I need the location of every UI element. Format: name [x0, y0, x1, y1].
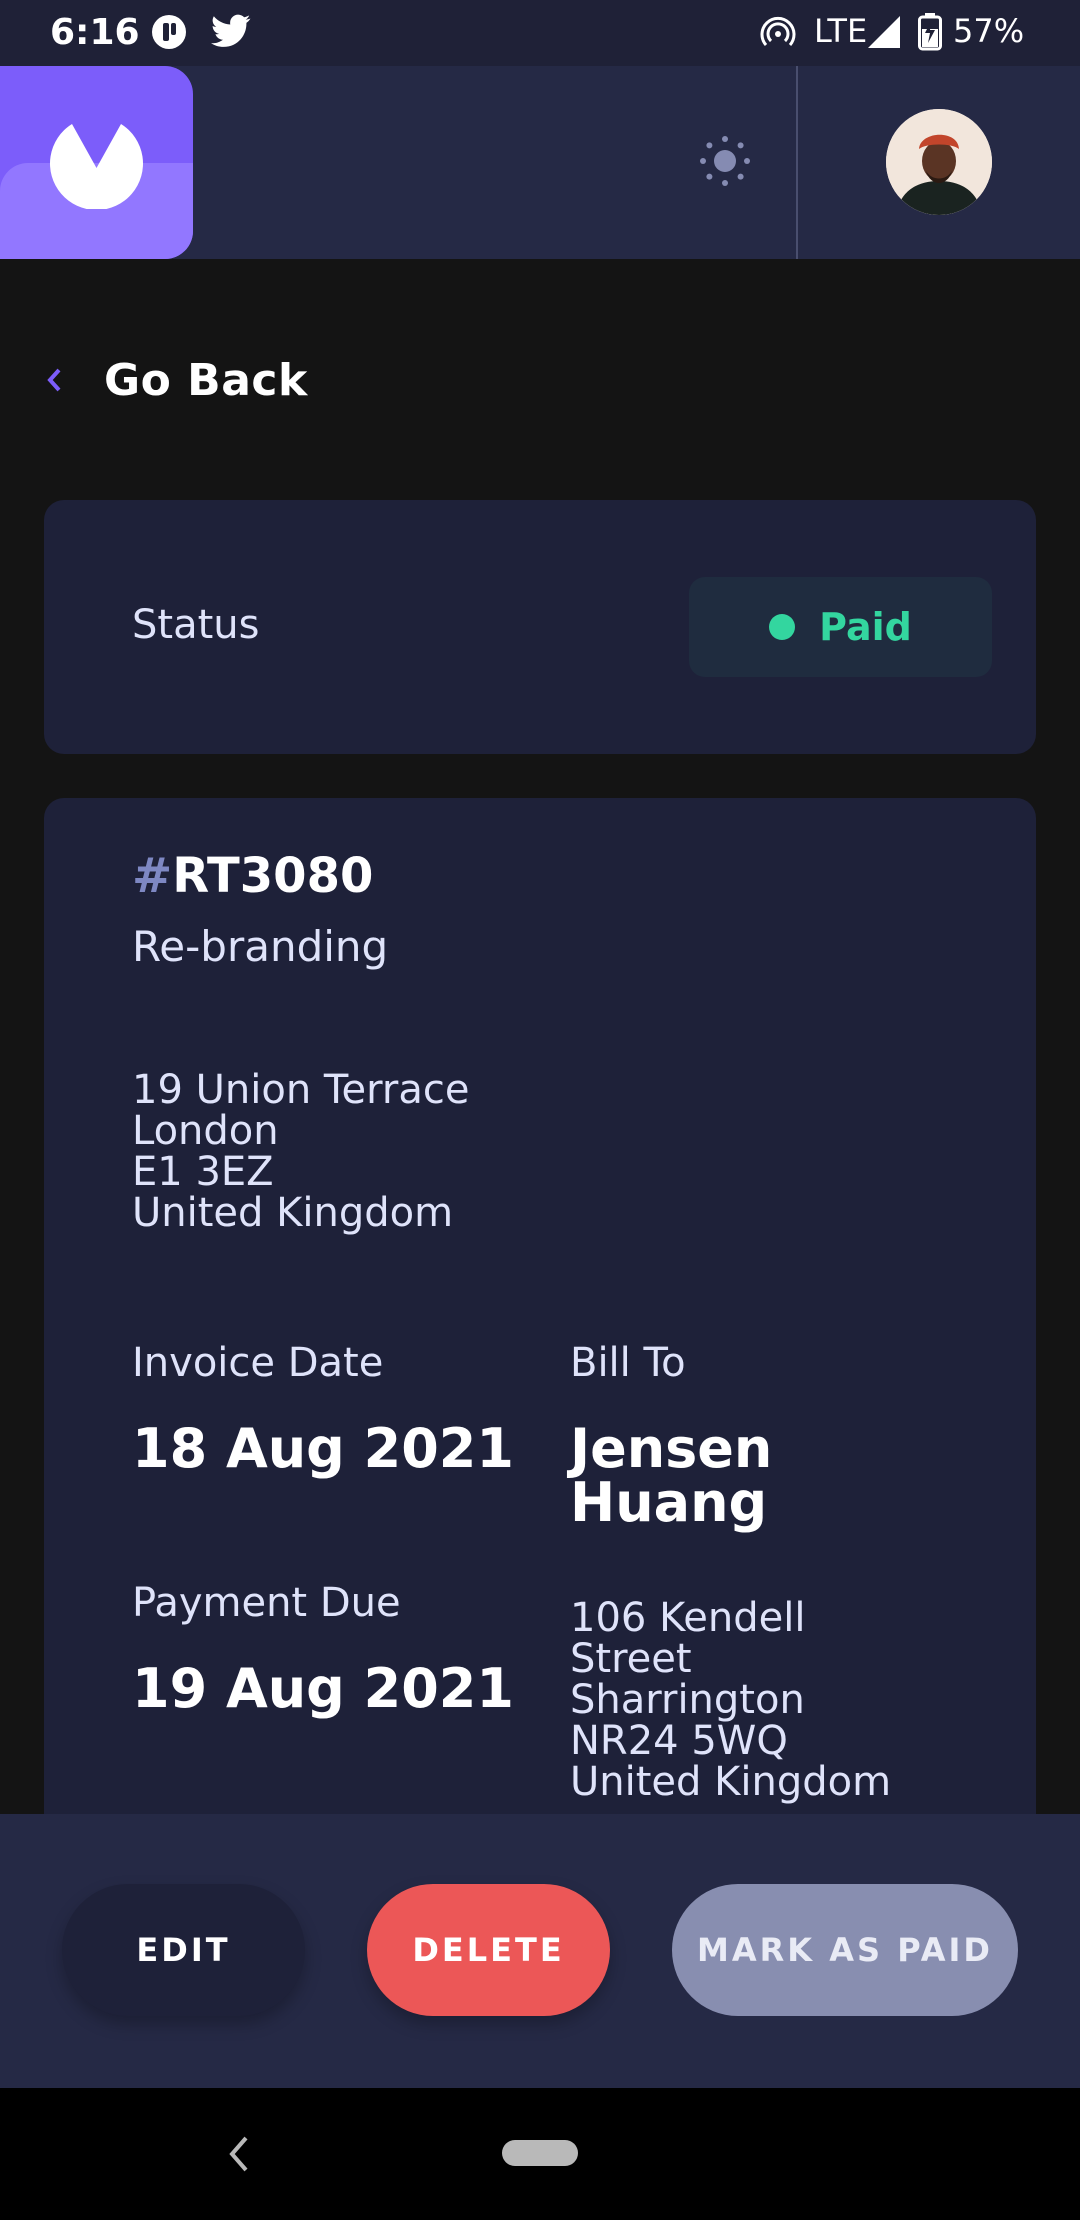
- client-name: Jensen Huang: [570, 1422, 772, 1530]
- invoice-action-bar: EDIT DELETE MARK AS PAID: [0, 1814, 1080, 2088]
- sender-street: 19 Union Terrace: [132, 1067, 470, 1113]
- invoice-id-hash: #: [132, 848, 173, 904]
- nav-back-icon[interactable]: [224, 2132, 254, 2176]
- chevron-left-icon: [47, 368, 61, 392]
- notification-app-icon: [150, 12, 188, 52]
- client-country: United Kingdom: [570, 1759, 892, 1805]
- header-divider: [796, 66, 798, 259]
- battery-percent: 57%: [953, 12, 1025, 50]
- status-dot-icon: [769, 614, 796, 640]
- hotspot-icon: [760, 12, 796, 52]
- delete-button[interactable]: DELETE: [367, 1884, 610, 2016]
- brand-logo[interactable]: [0, 66, 193, 259]
- invoice-date-label: Invoice Date: [132, 1340, 384, 1386]
- sender-address: 19 Union Terrace London E1 3EZ United Ki…: [132, 1070, 469, 1234]
- system-navigation-bar: [0, 2088, 1080, 2220]
- client-postcode: NR24 5WQ: [570, 1718, 788, 1764]
- network-type: LTE: [814, 12, 868, 50]
- twitter-icon: [210, 12, 252, 52]
- user-avatar[interactable]: [886, 109, 992, 215]
- sun-icon: [700, 136, 750, 186]
- status-badge: Paid: [689, 577, 992, 677]
- sender-city: London: [132, 1108, 279, 1154]
- system-status-bar: 6:16 LTE 57%: [0, 0, 1080, 66]
- sender-postcode: E1 3EZ: [132, 1149, 274, 1195]
- edit-button[interactable]: EDIT: [62, 1884, 305, 2016]
- nav-home-pill[interactable]: [502, 2140, 578, 2166]
- status-value: Paid: [819, 605, 912, 649]
- go-back-label: Go Back: [104, 354, 308, 406]
- invoice-id-number: RT3080: [172, 848, 374, 904]
- client-first-name: Jensen: [570, 1417, 773, 1480]
- sender-country: United Kingdom: [132, 1190, 454, 1236]
- app-header: [0, 66, 1080, 259]
- signal-icon: [866, 12, 902, 52]
- go-back-link[interactable]: Go Back: [44, 350, 308, 410]
- invoice-id: #RT3080: [132, 848, 373, 904]
- bill-to-label: Bill To: [570, 1340, 686, 1386]
- status-card: Status Paid: [44, 500, 1036, 754]
- client-street-1: 106 Kendell: [570, 1595, 806, 1641]
- client-street-2: Street: [570, 1636, 692, 1682]
- battery-icon: [918, 12, 942, 52]
- client-last-name: Huang: [570, 1471, 768, 1534]
- invoice-date-value: 18 Aug 2021: [132, 1417, 514, 1480]
- brand-logo-icon: [50, 124, 143, 209]
- invoice-details-card: #RT3080 Re-branding 19 Union Terrace Lon…: [44, 798, 1036, 1898]
- status-time: 6:16: [50, 12, 140, 53]
- payment-due-value: 19 Aug 2021: [132, 1657, 514, 1720]
- payment-due-label: Payment Due: [132, 1580, 401, 1626]
- client-city: Sharrington: [570, 1677, 805, 1723]
- client-address: 106 Kendell Street Sharrington NR24 5WQ …: [570, 1598, 891, 1803]
- theme-toggle-button[interactable]: [690, 126, 760, 196]
- invoice-description: Re-branding: [132, 922, 389, 971]
- mark-as-paid-button[interactable]: MARK AS PAID: [672, 1884, 1018, 2016]
- status-label: Status: [132, 602, 260, 648]
